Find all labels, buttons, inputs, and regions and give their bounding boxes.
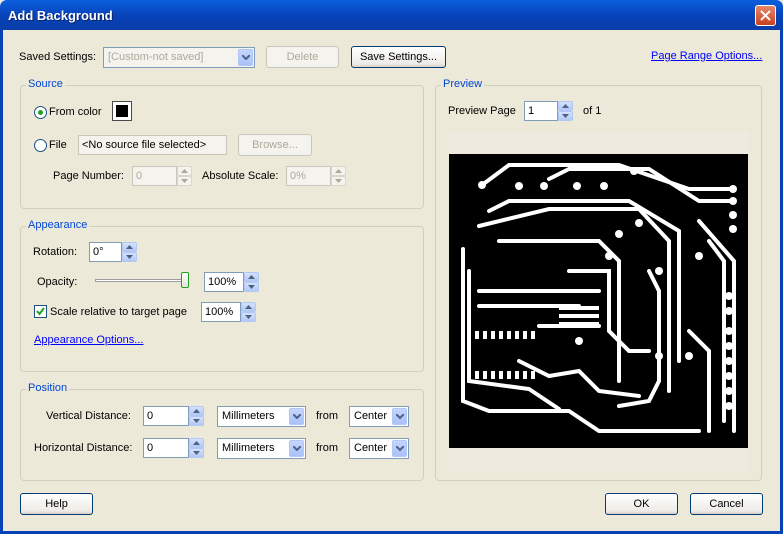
vertical-from-label: from xyxy=(316,410,338,422)
help-button[interactable]: Help xyxy=(20,493,93,515)
scale-spinner[interactable] xyxy=(241,302,256,322)
scale-relative-label: Scale relative to target page xyxy=(50,306,187,318)
chevron-down-icon xyxy=(392,408,407,425)
rotation-label: Rotation: xyxy=(33,246,78,258)
page-number-input[interactable]: 0 xyxy=(132,166,177,186)
horizontal-distance-label: Horizontal Distance: xyxy=(34,442,133,454)
window-title: Add Background xyxy=(8,8,113,23)
opacity-label: Opacity: xyxy=(37,276,78,288)
from-color-label: From color xyxy=(49,106,102,118)
preview-image xyxy=(449,154,748,448)
chevron-down-icon xyxy=(289,408,304,425)
title-bar[interactable] xyxy=(0,0,783,30)
chevron-down-icon xyxy=(238,49,253,66)
opacity-input[interactable]: 100% xyxy=(204,272,244,292)
position-group-title: Position xyxy=(26,382,70,394)
saved-settings-label: Saved Settings: xyxy=(19,51,97,63)
cancel-button[interactable]: Cancel xyxy=(690,493,763,515)
page-number-spinner[interactable] xyxy=(177,166,192,186)
checkmark-icon xyxy=(36,307,45,316)
delete-button[interactable]: Delete xyxy=(266,46,339,68)
vertical-distance-input[interactable]: 0 xyxy=(143,406,189,426)
saved-settings-dropdown[interactable]: [Custom-not saved] xyxy=(103,47,255,68)
absolute-scale-spinner[interactable] xyxy=(331,166,346,186)
color-swatch xyxy=(116,105,128,117)
close-button[interactable] xyxy=(755,5,776,26)
absolute-scale-label: Absolute Scale: xyxy=(202,170,279,182)
preview-page-input[interactable]: 1 xyxy=(524,101,558,121)
from-color-radio[interactable] xyxy=(34,106,47,119)
appearance-group-title: Appearance xyxy=(26,219,90,231)
horizontal-from-dropdown[interactable]: Center xyxy=(349,438,409,459)
rotation-spinner[interactable] xyxy=(122,242,137,262)
vertical-unit-dropdown[interactable]: Millimeters xyxy=(217,406,306,427)
vertical-from-dropdown[interactable]: Center xyxy=(349,406,409,427)
position-group xyxy=(20,389,424,481)
scale-input[interactable]: 100% xyxy=(201,302,241,322)
browse-button[interactable]: Browse... xyxy=(238,134,312,156)
ok-button[interactable]: OK xyxy=(605,493,678,515)
page-range-options-link[interactable]: Page Range Options... xyxy=(651,50,762,62)
source-file-field: <No source file selected> xyxy=(78,135,227,155)
vertical-distance-spinner[interactable] xyxy=(189,406,204,426)
preview-page-spinner[interactable] xyxy=(558,101,573,121)
appearance-group xyxy=(20,226,424,372)
color-picker-button[interactable] xyxy=(112,101,132,121)
opacity-slider-track[interactable] xyxy=(95,279,189,282)
vertical-distance-label: Vertical Distance: xyxy=(46,410,131,422)
absolute-scale-input[interactable]: 0% xyxy=(286,166,331,186)
horizontal-distance-spinner[interactable] xyxy=(189,438,204,458)
horizontal-from-label: from xyxy=(316,442,338,454)
chevron-down-icon xyxy=(289,440,304,457)
horizontal-unit-dropdown[interactable]: Millimeters xyxy=(217,438,306,459)
horizontal-distance-input[interactable]: 0 xyxy=(143,438,189,458)
opacity-slider-thumb[interactable] xyxy=(181,272,189,288)
file-radio[interactable] xyxy=(34,139,47,152)
appearance-options-link[interactable]: Appearance Options... xyxy=(34,334,143,346)
source-group-title: Source xyxy=(26,78,65,90)
preview-page-label: Preview Page xyxy=(448,105,516,117)
chevron-down-icon xyxy=(392,440,407,457)
save-settings-button[interactable]: Save Settings... xyxy=(351,46,446,68)
page-number-label: Page Number: xyxy=(53,170,124,182)
preview-page-count: of 1 xyxy=(583,105,602,117)
file-label: File xyxy=(49,139,67,151)
preview-area xyxy=(449,131,749,472)
scale-relative-checkbox[interactable] xyxy=(34,305,47,318)
close-icon xyxy=(760,10,771,21)
opacity-spinner[interactable] xyxy=(244,272,259,292)
preview-group-title: Preview xyxy=(441,78,485,90)
rotation-input[interactable]: 0° xyxy=(89,242,122,262)
